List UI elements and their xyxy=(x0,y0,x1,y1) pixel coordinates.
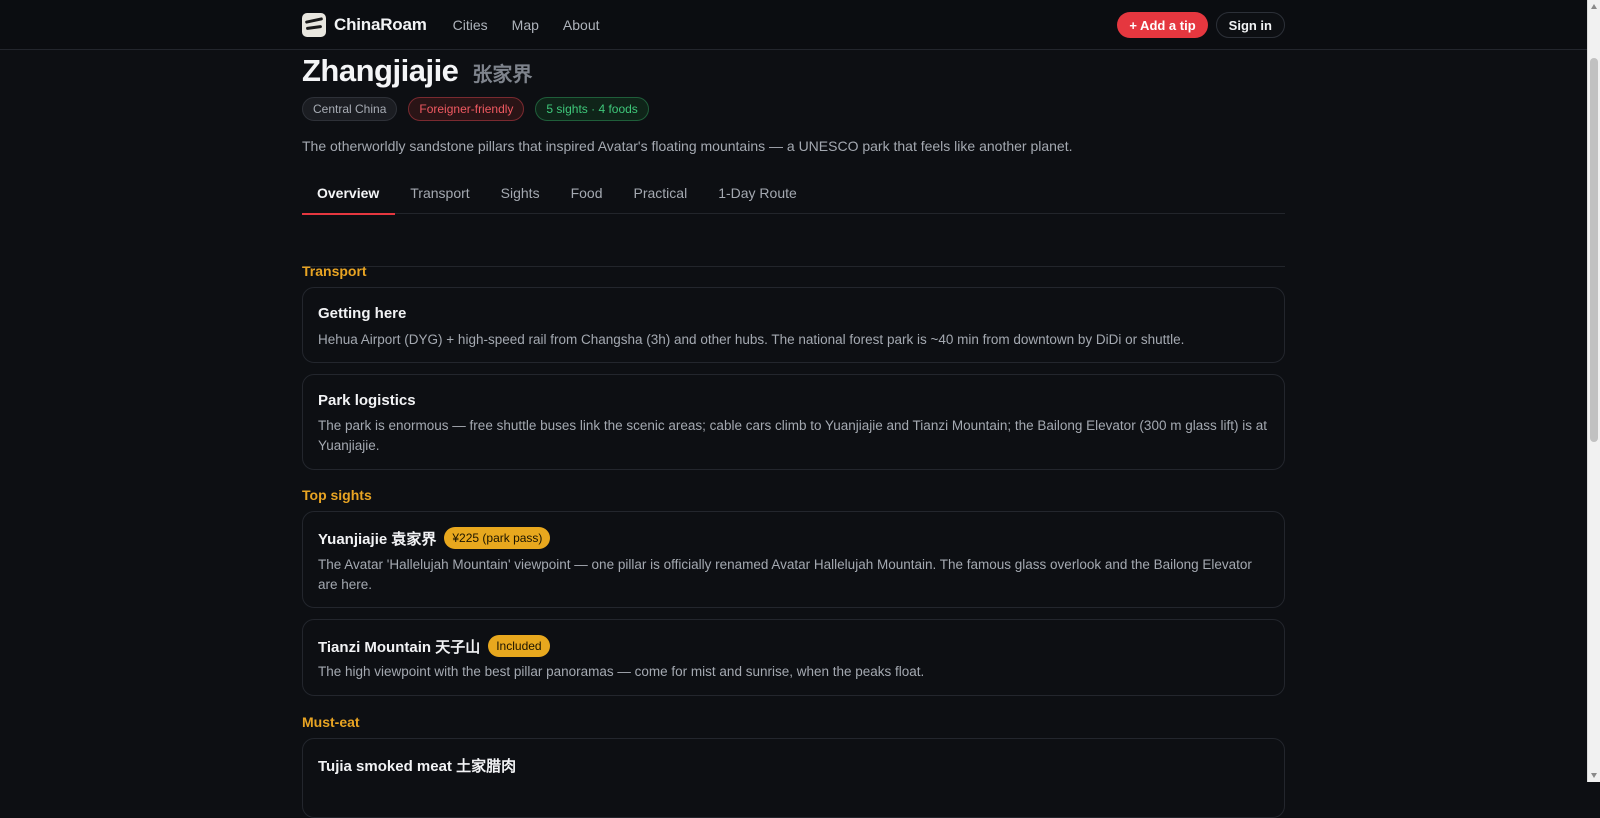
section-heading-sights: Top sights xyxy=(302,487,372,503)
price-badge: Included xyxy=(488,635,550,657)
tag-sight-food-count: 5 sights · 4 foods xyxy=(535,97,649,121)
card-park-logistics: Park logistics The park is enormous — fr… xyxy=(302,374,1285,470)
tab-overview[interactable]: Overview xyxy=(302,178,396,215)
tab-food[interactable]: Food xyxy=(556,178,619,214)
card-title: Getting here xyxy=(318,305,407,322)
city-tagline: The otherworldly sandstone pillars that … xyxy=(302,138,1073,154)
card-body: The Avatar 'Hallelujah Mountain' viewpoi… xyxy=(318,557,1252,592)
tab-transport[interactable]: Transport xyxy=(395,178,485,214)
scroll-down-icon[interactable] xyxy=(1591,773,1597,778)
top-nav-bar: ChinaRoam Cities Map About + Add a tip S… xyxy=(0,0,1587,50)
logo-icon xyxy=(302,13,326,37)
section-heading-transport: Transport xyxy=(302,263,367,279)
card-getting-here: Getting here Hehua Airport (DYG) + high-… xyxy=(302,287,1285,363)
price-badge: ¥225 (park pass) xyxy=(444,527,551,549)
city-header: Zhangjiajie 张家界 xyxy=(302,53,532,89)
city-chinese-name: 张家界 xyxy=(472,64,533,86)
card-food-tujia-smoked-meat: Tujia smoked meat 土家腊肉 xyxy=(302,738,1285,818)
nav-link-about[interactable]: About xyxy=(563,17,600,33)
nav-link-map[interactable]: Map xyxy=(512,17,539,33)
nav-link-cities[interactable]: Cities xyxy=(453,17,488,33)
card-title: Park logistics xyxy=(318,392,416,409)
city-tabs: Overview Transport Sights Food Practical… xyxy=(302,178,1285,267)
card-sight-tianzi: Tianzi Mountain 天子山 Included The high vi… xyxy=(302,619,1285,696)
tab-1-day-route[interactable]: 1-Day Route xyxy=(703,178,813,214)
card-title-row: Tianzi Mountain 天子山 Included xyxy=(318,635,550,657)
sight-name: Yuanjiajie 袁家界 xyxy=(318,530,437,548)
add-tip-button[interactable]: + Add a tip xyxy=(1117,12,1208,38)
brand-name: ChinaRoam xyxy=(334,15,427,34)
tab-practical[interactable]: Practical xyxy=(619,178,704,214)
card-body: The high viewpoint with the best pillar … xyxy=(318,664,925,679)
section-heading-food: Must-eat xyxy=(302,714,360,730)
scrollbar-thumb[interactable] xyxy=(1590,58,1598,442)
tag-foreigner-friendly: Foreigner-friendly xyxy=(408,97,525,121)
sight-name: Tianzi Mountain 天子山 xyxy=(318,638,481,656)
card-title-row: Yuanjiajie 袁家界 ¥225 (park pass) xyxy=(318,527,551,549)
card-body: The park is enormous — free shuttle buse… xyxy=(318,418,1267,453)
tab-sights[interactable]: Sights xyxy=(486,178,556,214)
tab-bar: Overview Transport Sights Food Practical… xyxy=(302,178,1285,215)
sign-in-button[interactable]: Sign in xyxy=(1215,12,1285,38)
tag-region: Central China xyxy=(302,97,398,121)
card-sight-yuanjiajie: Yuanjiajie 袁家界 ¥225 (park pass) The Avat… xyxy=(302,511,1285,608)
page-scrollbar[interactable] xyxy=(1587,0,1600,782)
city-title: Zhangjiajie xyxy=(302,53,459,88)
brand[interactable]: ChinaRoam xyxy=(302,13,427,37)
card-title: Tujia smoked meat 土家腊肉 xyxy=(318,758,517,775)
scroll-up-icon[interactable] xyxy=(1591,4,1597,9)
top-nav-inner: ChinaRoam Cities Map About + Add a tip S… xyxy=(302,0,1285,50)
card-body: Hehua Airport (DYG) + high-speed rail fr… xyxy=(318,332,1185,347)
city-tags: Central China Foreigner-friendly 5 sight… xyxy=(302,97,649,121)
